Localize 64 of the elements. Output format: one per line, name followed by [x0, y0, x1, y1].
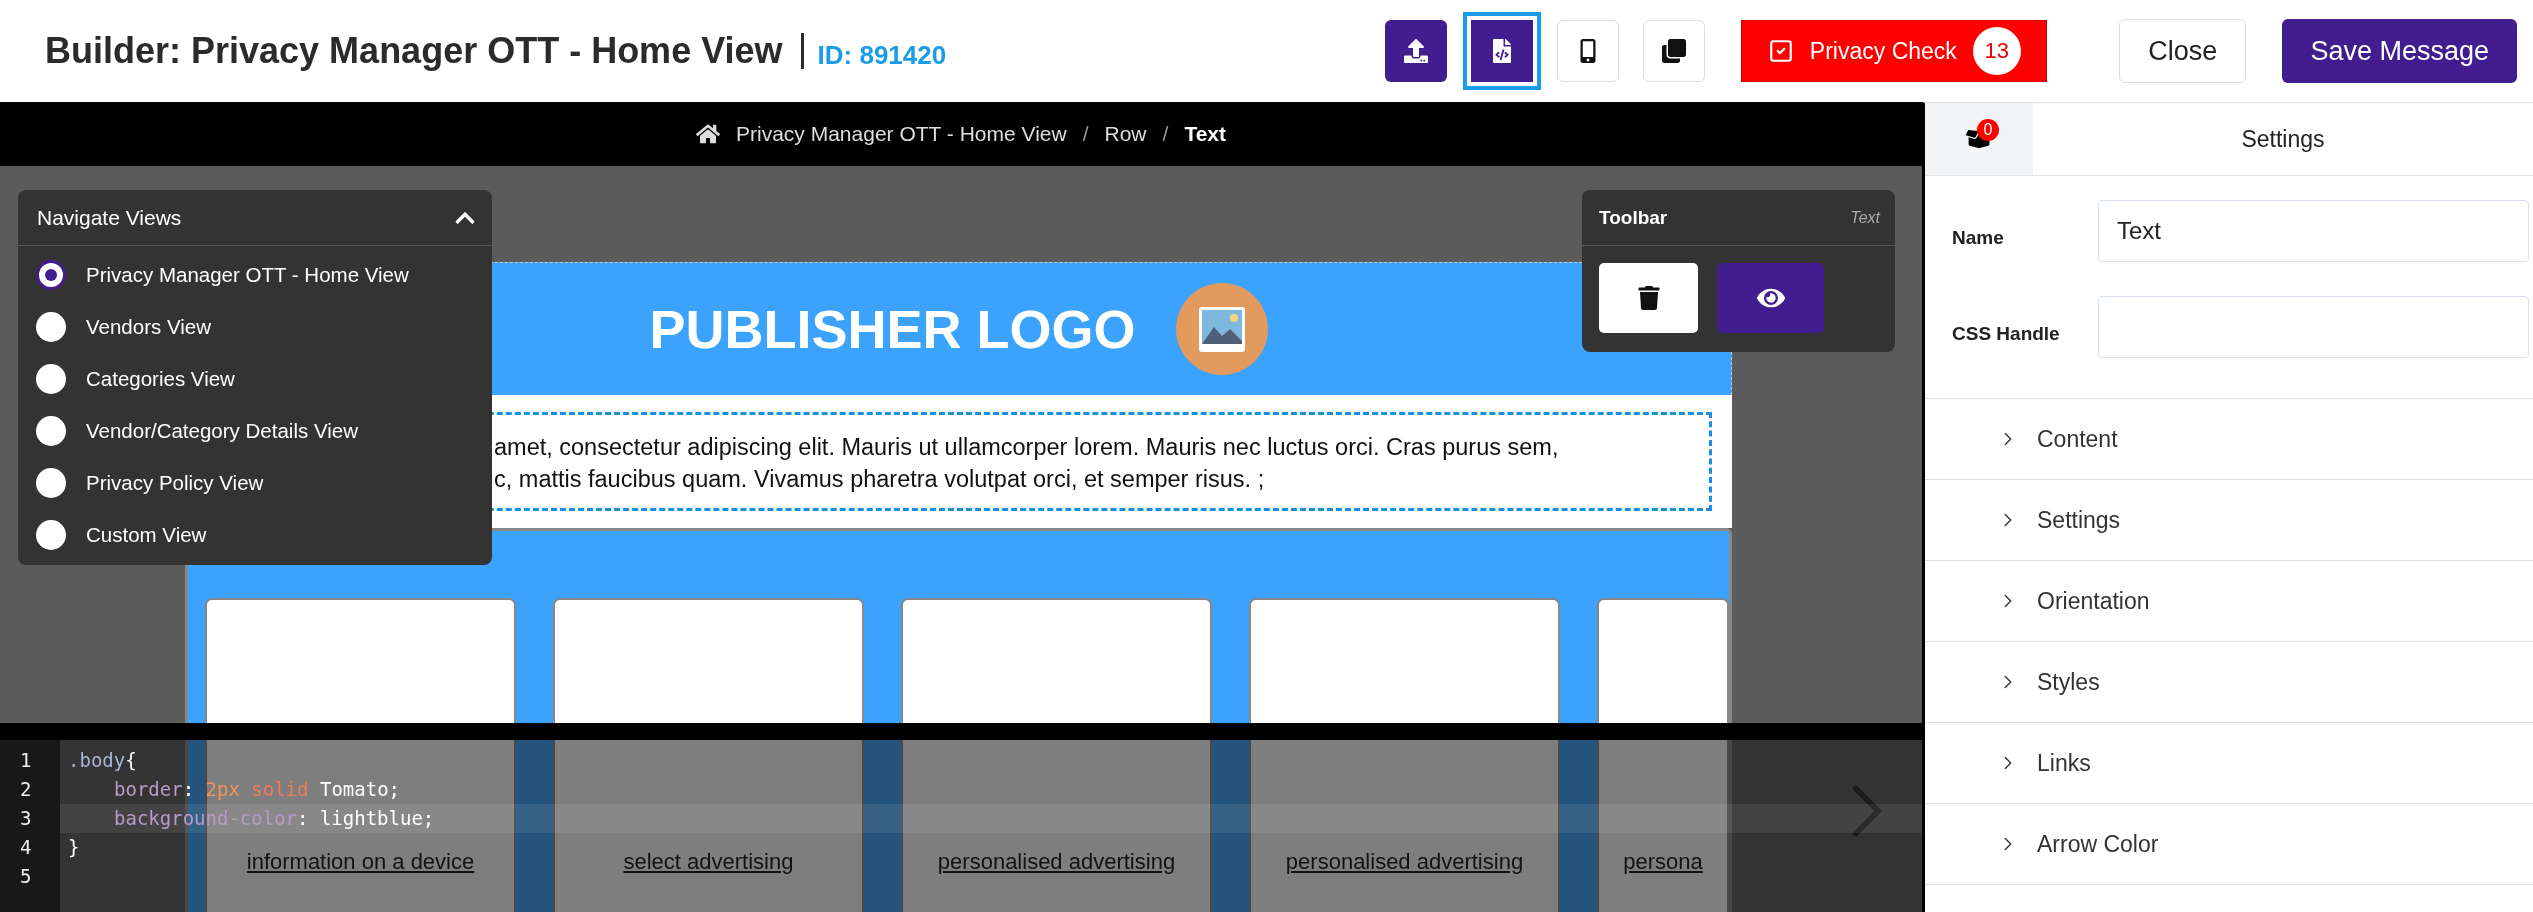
- radio-button[interactable]: [36, 467, 66, 498]
- view-label: Custom View: [86, 522, 207, 547]
- upload-icon: [1404, 39, 1429, 63]
- view-option[interactable]: Privacy Manager OTT - Home View: [36, 258, 492, 291]
- checkbox-icon: [1767, 38, 1794, 64]
- line-number: 5: [19, 864, 33, 889]
- toolbar-button[interactable]: [1463, 12, 1542, 90]
- radio-button[interactable]: [36, 363, 66, 394]
- breadcrumb-separator: /: [1082, 122, 1089, 146]
- close-button[interactable]: Close: [2119, 19, 2247, 83]
- view-option[interactable]: Custom View: [36, 518, 492, 551]
- image-icon: [1175, 283, 1268, 375]
- preview-button[interactable]: [1717, 263, 1824, 333]
- code-line: border: 2px solid Tomato;: [114, 777, 400, 802]
- view-option[interactable]: Vendors View: [36, 310, 492, 343]
- view-label: Privacy Policy View: [86, 470, 264, 495]
- panel-title: Navigate Views: [37, 205, 182, 230]
- page-title: Builder: Privacy Manager OTT - Home View: [45, 30, 783, 72]
- input-field[interactable]: [2098, 296, 2529, 358]
- view-label: Privacy Manager OTT - Home View: [86, 262, 409, 287]
- count-badge: 0: [1977, 119, 1999, 141]
- field-label: CSS Handle: [1952, 322, 2061, 345]
- panel-title: Toolbar: [1599, 206, 1668, 229]
- trash-icon: [1636, 286, 1661, 310]
- logo-text: PUBLISHER LOGO: [649, 298, 1136, 360]
- radio-button[interactable]: [36, 259, 66, 290]
- line-number: 3: [19, 806, 33, 831]
- line-number: 4: [19, 835, 33, 860]
- purpose-link[interactable]: personalised advertising: [937, 849, 1176, 877]
- home-icon[interactable]: [696, 122, 720, 146]
- breadcrumb-link[interactable]: Text: [1184, 122, 1226, 146]
- count-badge: 13: [1972, 27, 2021, 75]
- breadcrumb-link[interactable]: Privacy Manager OTT - Home View: [736, 122, 1067, 146]
- radio-button[interactable]: [36, 311, 66, 342]
- view-option[interactable]: Vendor/Category Details View: [36, 414, 492, 447]
- privacy-check-button[interactable]: Privacy Check 13: [1741, 20, 2048, 82]
- save-button[interactable]: Save Message: [2282, 19, 2517, 83]
- view-label: Vendors View: [86, 314, 211, 339]
- copy-icon: [1662, 39, 1687, 63]
- view-option[interactable]: Privacy Policy View: [36, 466, 492, 499]
- breadcrumb-separator: /: [1162, 122, 1169, 146]
- purpose-link[interactable]: personalised advertising: [1285, 849, 1524, 877]
- field-label: Name: [1952, 226, 2005, 249]
- input-field[interactable]: Text: [2098, 200, 2529, 262]
- view-label: Vendor/Category Details View: [86, 418, 358, 443]
- code-line: }: [68, 835, 80, 860]
- context-label: Text: [1850, 208, 1880, 227]
- delete-button[interactable]: [1599, 263, 1698, 333]
- breadcrumb-link[interactable]: Row: [1104, 122, 1147, 146]
- line-number: 2: [19, 777, 33, 802]
- view-option[interactable]: Categories View: [36, 362, 492, 395]
- purpose-link[interactable]: select advertising: [623, 849, 794, 877]
- message-id: ID: 891420: [817, 39, 947, 71]
- purpose-link[interactable]: information on a device: [246, 849, 475, 877]
- purpose-link[interactable]: persona: [1623, 849, 1703, 877]
- radio-button[interactable]: [36, 415, 66, 446]
- toolbar-button[interactable]: [1385, 20, 1448, 82]
- view-label: Categories View: [86, 366, 235, 391]
- radio-button[interactable]: [36, 519, 66, 550]
- paragraph-text: amet, consectetur adipiscing elit. Mauris ut ullamcorper lorem. Mauris nec luctus orci. Cras purus sem, c, mattis faucibus quam. Vivamus pharetra volutpat orci, et semper risus. ;: [494, 433, 1560, 494]
- settings-tab[interactable]: Settings: [2033, 103, 2533, 175]
- line-number: 1: [19, 748, 33, 773]
- code-line: .body{: [68, 748, 137, 773]
- components-tab[interactable]: 0: [1925, 103, 2033, 175]
